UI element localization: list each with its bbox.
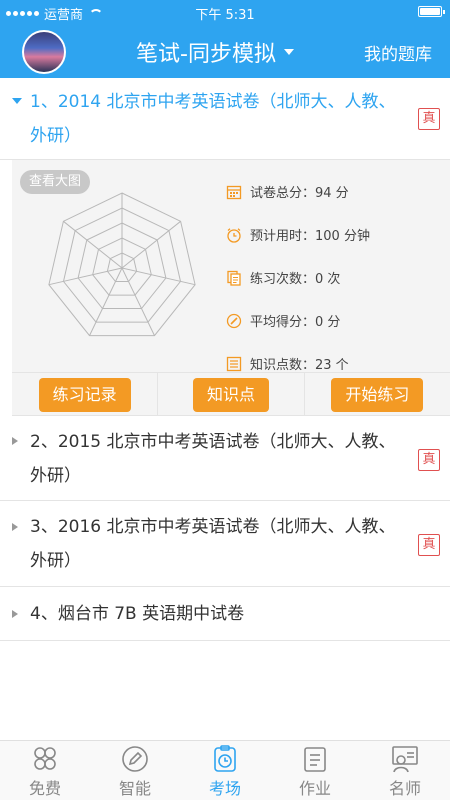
pencil-circle-icon	[226, 313, 242, 329]
tab-teacher[interactable]: 名师	[360, 741, 450, 800]
alarm-clock-icon	[226, 227, 242, 243]
collapse-arrow-icon	[12, 610, 18, 618]
documents-icon	[226, 270, 242, 286]
stat-average-score: 平均得分：0 分	[226, 299, 370, 342]
chevron-down-icon	[283, 49, 294, 55]
exam-clock-icon	[214, 745, 236, 772]
real-exam-badge: 真	[418, 449, 440, 471]
collapse-arrow-icon	[12, 523, 18, 531]
my-question-bank-link[interactable]: 我的题库	[364, 40, 432, 65]
tab-homework[interactable]: 作业	[270, 741, 360, 800]
stat-estimated-time: 预计用时：100 分钟	[226, 213, 370, 256]
paper-item-4[interactable]: 4、烟台市 7B 英语期中试卷	[0, 587, 450, 641]
tab-free[interactable]: 免费	[0, 741, 90, 800]
tab-smart[interactable]: 智能	[90, 741, 180, 800]
calendar-icon	[226, 184, 242, 200]
avatar[interactable]	[22, 30, 66, 74]
paper-detail-panel: 查看大图 试卷总分：94 分 预计用时：100 分钟 练习次数：0 次 平均得分…	[12, 160, 450, 416]
knowledge-point-button[interactable]: 知识点	[192, 377, 269, 412]
status-time: 下午 5:31	[195, 8, 255, 23]
paper-title: 4、烟台市 7B 英语期中试卷	[30, 604, 245, 624]
paper-item-2[interactable]: 2、2015 北京市中考英语试卷（北师大、人教、外研） 真	[0, 417, 450, 501]
bottom-tab-bar: 免费 智能 考场 作业 名师	[0, 740, 450, 800]
practice-record-button[interactable]: 练习记录	[38, 377, 131, 412]
teacher-icon	[392, 746, 418, 773]
clover-icon	[34, 747, 56, 770]
app-header: 运营商 下午 5:31 笔试-同步模拟 我的题库	[0, 0, 450, 78]
pen-circle-icon	[122, 746, 148, 772]
status-bar: 运营商 下午 5:31	[0, 0, 450, 24]
paper-title: 3、2016 北京市中考英语试卷（北师大、人教、外研）	[30, 517, 396, 571]
collapse-arrow-icon	[12, 437, 18, 445]
stat-practice-count: 练习次数：0 次	[226, 256, 370, 299]
radar-grid	[48, 192, 196, 337]
page-title: 笔试-同步模拟	[136, 42, 276, 67]
paper-item-1[interactable]: 1、2014 北京市中考英语试卷（北师大、人教、外研） 真	[0, 78, 450, 160]
battery-icon	[418, 6, 445, 17]
radar-chart[interactable]	[42, 188, 202, 348]
paper-item-3[interactable]: 3、2016 北京市中考英语试卷（北师大、人教、外研） 真	[0, 501, 450, 587]
real-exam-badge: 真	[418, 534, 440, 556]
paper-title: 1、2014 北京市中考英语试卷（北师大、人教、外研）	[30, 92, 396, 146]
list-icon	[226, 356, 242, 372]
start-practice-button[interactable]: 开始练习	[331, 377, 424, 412]
clipboard-icon	[304, 747, 326, 772]
tab-exam-room[interactable]: 考场	[180, 741, 270, 800]
paper-actions: 练习记录 知识点 开始练习	[12, 372, 450, 416]
expand-arrow-icon	[12, 98, 22, 104]
paper-title: 2、2015 北京市中考英语试卷（北师大、人教、外研）	[30, 432, 396, 486]
stat-total-score: 试卷总分：94 分	[226, 170, 370, 213]
real-exam-badge: 真	[418, 108, 440, 130]
page-title-dropdown[interactable]: 笔试-同步模拟	[136, 36, 294, 68]
paper-stats: 试卷总分：94 分 预计用时：100 分钟 练习次数：0 次 平均得分：0 分 …	[226, 170, 370, 385]
